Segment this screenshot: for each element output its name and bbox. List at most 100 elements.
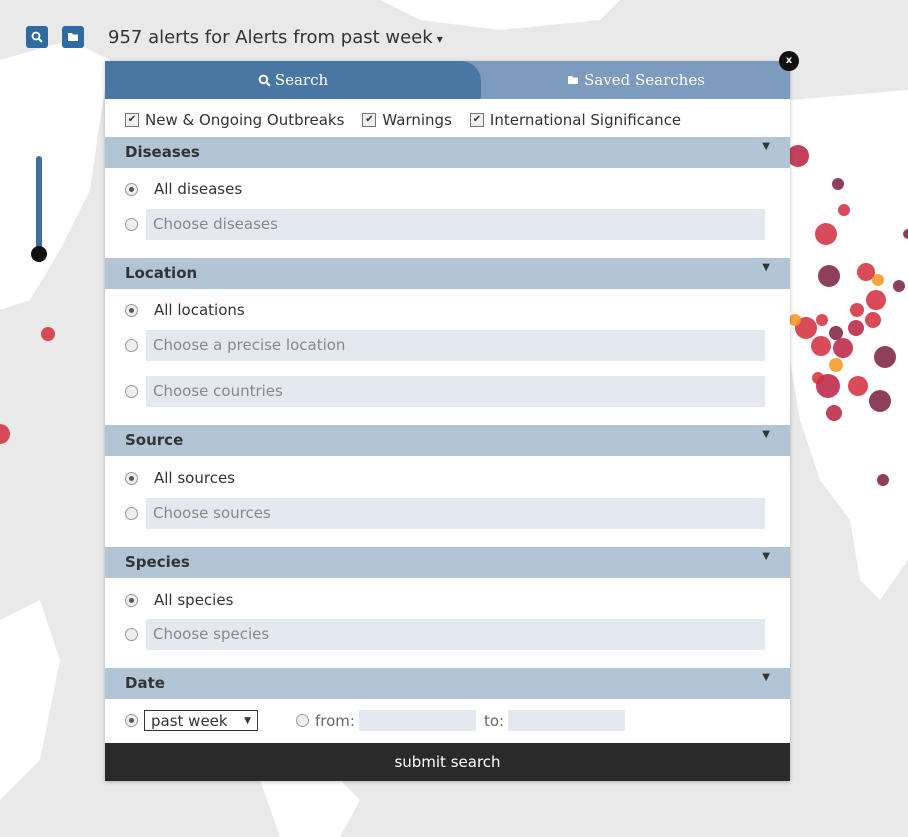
collapse-arrow-icon: ▼ xyxy=(762,262,770,273)
choose-countries-input[interactable]: Choose countries xyxy=(146,376,765,407)
filter-label: New & Ongoing Outbreaks xyxy=(145,111,345,129)
alert-marker[interactable] xyxy=(815,223,837,245)
checkbox-checked-icon[interactable]: ✔ xyxy=(469,113,484,127)
section-source-header[interactable]: Source ▼ xyxy=(105,425,790,456)
tab-search-label: Search xyxy=(274,71,329,89)
tab-search[interactable]: Search xyxy=(105,61,481,99)
section-species-header[interactable]: Species ▼ xyxy=(105,547,790,578)
radio-all-sources[interactable]: All sources xyxy=(125,469,235,487)
filter-warnings[interactable]: ✔ Warnings xyxy=(362,111,452,129)
alert-marker[interactable] xyxy=(865,312,881,328)
radio-label: All locations xyxy=(154,301,245,319)
section-date-header[interactable]: Date ▼ xyxy=(105,668,790,699)
collapse-arrow-icon: ▼ xyxy=(762,429,770,440)
alert-marker[interactable] xyxy=(872,274,884,286)
section-diseases-header[interactable]: Diseases ▼ xyxy=(105,137,790,168)
tab-saved-searches[interactable]: Saved Searches xyxy=(481,61,790,99)
alert-marker[interactable] xyxy=(829,358,843,372)
alert-marker[interactable] xyxy=(869,390,891,412)
alert-marker[interactable] xyxy=(848,376,868,396)
search-toggle-button[interactable] xyxy=(26,26,48,48)
alert-marker[interactable] xyxy=(789,314,801,326)
section-title: Source xyxy=(125,431,184,449)
alert-marker[interactable] xyxy=(874,346,896,368)
submit-search-button[interactable]: submit search xyxy=(105,743,790,781)
radio-date-preset[interactable] xyxy=(125,714,138,727)
zoom-slider[interactable] xyxy=(36,156,42,252)
alert-marker[interactable] xyxy=(41,327,55,341)
radio-date-custom[interactable] xyxy=(296,714,309,727)
select-arrow-icon: ▼ xyxy=(244,715,251,726)
choose-precise-location-input[interactable]: Choose a precise location xyxy=(146,330,765,361)
date-range-value: past week xyxy=(151,711,228,730)
alert-marker[interactable] xyxy=(833,338,853,358)
radio-choose-precise-location[interactable] xyxy=(125,339,138,352)
date-to-input[interactable] xyxy=(508,710,626,731)
choose-sources-input[interactable]: Choose sources xyxy=(146,498,765,529)
alerts-summary-text: 957 alerts for Alerts from past week xyxy=(108,27,433,48)
alert-marker[interactable] xyxy=(866,290,886,310)
radio-choose-diseases[interactable] xyxy=(125,218,138,231)
radio-label: All sources xyxy=(154,469,235,487)
close-button[interactable]: x xyxy=(779,51,799,71)
date-range-select[interactable]: past week ▼ xyxy=(144,710,258,731)
filter-label: International Significance xyxy=(489,111,682,129)
search-icon xyxy=(31,31,43,43)
section-title: Diseases xyxy=(125,143,200,161)
alert-marker[interactable] xyxy=(818,265,840,287)
date-from-input[interactable] xyxy=(358,710,476,731)
section-title: Location xyxy=(125,264,198,282)
alert-marker[interactable] xyxy=(848,320,864,336)
alert-type-filters: ✔ New & Ongoing Outbreaks ✔ Warnings ✔ Inte… xyxy=(125,111,681,129)
alert-marker[interactable] xyxy=(877,474,889,486)
section-title: Date xyxy=(125,674,165,692)
filter-label: Warnings xyxy=(382,111,452,129)
section-title: Species xyxy=(125,553,190,571)
zoom-slider-handle[interactable] xyxy=(31,246,47,262)
alert-marker[interactable] xyxy=(832,178,844,190)
radio-choose-sources[interactable] xyxy=(125,507,138,520)
alert-marker[interactable] xyxy=(811,336,831,356)
filter-new-outbreaks[interactable]: ✔ New & Ongoing Outbreaks xyxy=(125,111,344,129)
tab-saved-searches-label: Saved Searches xyxy=(584,71,705,89)
alerts-summary-dropdown[interactable]: 957 alerts for Alerts from past week ▾ xyxy=(108,27,443,48)
search-icon xyxy=(258,74,271,87)
folder-icon xyxy=(568,76,579,84)
radio-label: All diseases xyxy=(154,180,243,198)
collapse-arrow-icon: ▼ xyxy=(762,551,770,562)
alert-marker[interactable] xyxy=(850,303,864,317)
date-to-label: to: xyxy=(483,711,505,730)
radio-all-diseases[interactable]: All diseases xyxy=(125,180,242,198)
alert-marker[interactable] xyxy=(826,405,842,421)
checkbox-checked-icon[interactable]: ✔ xyxy=(125,113,139,127)
radio-selected-icon[interactable] xyxy=(125,471,138,485)
date-options-row: past week ▼ from: to: xyxy=(125,710,626,731)
radio-selected-icon[interactable] xyxy=(125,593,138,607)
filter-international[interactable]: ✔ International Significance xyxy=(469,111,682,129)
radio-all-locations[interactable]: All locations xyxy=(125,301,245,319)
radio-label: All species xyxy=(154,591,234,609)
radio-all-species[interactable]: All species xyxy=(125,591,233,609)
checkbox-checked-icon[interactable]: ✔ xyxy=(362,113,377,127)
alert-marker[interactable] xyxy=(893,280,905,292)
alert-marker[interactable] xyxy=(829,326,843,340)
folder-icon xyxy=(68,33,78,41)
radio-choose-countries[interactable] xyxy=(125,385,138,398)
radio-selected-icon[interactable] xyxy=(125,182,138,196)
choose-species-input[interactable]: Choose species xyxy=(146,619,765,650)
radio-choose-species[interactable] xyxy=(125,628,138,641)
alert-marker[interactable] xyxy=(838,204,850,216)
radio-selected-icon[interactable] xyxy=(125,303,138,317)
alert-marker[interactable] xyxy=(787,145,809,167)
date-from-label: from: xyxy=(315,711,355,730)
section-location-header[interactable]: Location ▼ xyxy=(105,258,790,289)
saved-searches-toggle-button[interactable] xyxy=(62,26,84,48)
choose-diseases-input[interactable]: Choose diseases xyxy=(146,209,765,240)
tab-bar: Search Saved Searches xyxy=(105,61,790,99)
collapse-arrow-icon: ▼ xyxy=(762,672,770,683)
caret-down-icon: ▾ xyxy=(436,32,443,46)
alert-marker[interactable] xyxy=(812,372,824,384)
alert-marker[interactable] xyxy=(816,314,828,326)
collapse-arrow-icon: ▼ xyxy=(762,141,770,152)
search-panel: Search Saved Searches ✔ New & Ongoing Out… xyxy=(105,61,790,781)
